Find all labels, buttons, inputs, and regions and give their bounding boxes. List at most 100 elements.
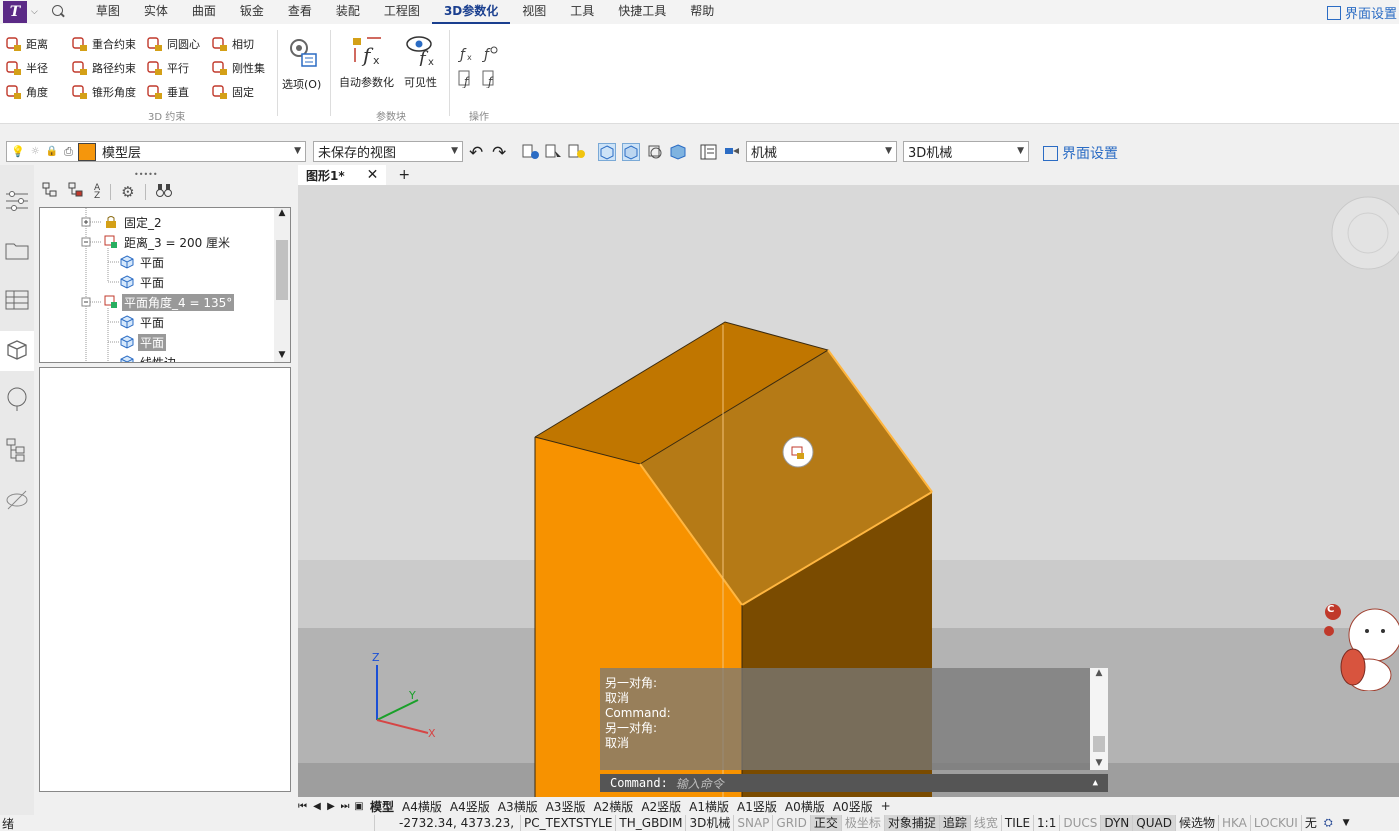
tree-row[interactable]: 平面 (120, 312, 166, 332)
binoculars-icon[interactable] (155, 182, 172, 201)
tree-row[interactable]: 线性边 (120, 352, 178, 362)
menu-item-4[interactable]: 查看 (276, 0, 324, 24)
menu-item-0[interactable]: 草图 (84, 0, 132, 24)
hide-eye-icon[interactable] (4, 487, 30, 513)
layer-dropdown[interactable]: 💡 ☼ 🔒 ⎙ 模型层 ▼ (6, 141, 306, 162)
layout-tab[interactable]: A0横版 (781, 798, 829, 815)
first-layout-icon[interactable]: ⏮ (298, 801, 310, 812)
scroll-up-icon[interactable]: ▲ (1090, 668, 1108, 678)
menu-item-7[interactable]: 3D参数化 (431, 0, 511, 24)
status-toggle-14[interactable]: QUAD (1132, 815, 1175, 831)
status-toggle-0[interactable]: PC_TEXTSTYLE (520, 815, 615, 831)
add-tab-button[interactable]: + (398, 167, 410, 183)
command-scrollbar[interactable]: ▲ ▼ (1090, 668, 1108, 770)
tree-row[interactable]: 平面 (120, 332, 167, 352)
model-tree-tab-icon[interactable] (0, 331, 34, 371)
model-tree[interactable]: ▲ ▼ 固定_2 距离_3 = 200 厘米 平面 平面 平面角度_4 = 135° 平面… (39, 207, 291, 363)
chevron-down-icon[interactable]: ⌵ (31, 7, 38, 17)
menu-item-1[interactable]: 实体 (132, 0, 180, 24)
layout-tab[interactable]: A0竖版 (829, 798, 877, 815)
status-toggle-8[interactable]: 追踪 (938, 815, 970, 831)
scroll-thumb[interactable] (276, 240, 288, 300)
layout-menu-icon[interactable]: ▣ (352, 801, 366, 812)
layout-tab[interactable]: A1横版 (685, 798, 733, 815)
tree-row[interactable]: 固定_2 (104, 212, 164, 232)
menu-item-8[interactable]: 视图 (510, 0, 558, 24)
menu-item-9[interactable]: 工具 (558, 0, 606, 24)
status-toggle-16[interactable]: HKA (1217, 815, 1250, 831)
layout-tab[interactable]: A3竖版 (542, 798, 590, 815)
undo-icon[interactable]: ↶ (469, 143, 487, 163)
constraint-button-11[interactable]: 固定 (212, 82, 254, 102)
status-toggle-15[interactable]: 候选物 (1174, 815, 1218, 831)
visibility-button[interactable]: fx 可见性 (404, 34, 437, 90)
tree-scrollbar[interactable]: ▲ ▼ (274, 208, 290, 362)
app-logo[interactable]: T (3, 1, 27, 23)
menu-item-3[interactable]: 钣金 (228, 0, 276, 24)
scroll-down-icon[interactable]: ▼ (1090, 758, 1108, 768)
status-toggle-1[interactable]: TH_GBDIM (615, 815, 685, 831)
redo-icon[interactable]: ↷ (492, 143, 510, 163)
wireframe-cube-icon[interactable] (598, 143, 616, 161)
layout-tab[interactable]: 模型 (366, 798, 398, 815)
constraint-button-2[interactable]: 同圆心 (147, 34, 200, 54)
status-toggle-18[interactable]: 无 (1300, 815, 1320, 831)
scroll-down-icon[interactable]: ▼ (274, 350, 290, 360)
status-toggle-11[interactable]: 1:1 (1033, 815, 1059, 831)
auto-param-button[interactable]: fx 自动参数化 (339, 34, 394, 90)
folder-icon[interactable] (4, 237, 30, 263)
constraint-button-6[interactable]: 平行 (147, 58, 189, 78)
menu-item-5[interactable]: 装配 (324, 0, 372, 24)
status-toggle-13[interactable]: DYN (1100, 815, 1133, 831)
menu-item-6[interactable]: 工程图 (372, 0, 432, 24)
status-toggle-2[interactable]: 3D机械 (685, 815, 733, 831)
scroll-thumb[interactable] (1093, 736, 1105, 752)
constraint-button-3[interactable]: 相切 (212, 34, 254, 54)
search-icon[interactable] (50, 4, 66, 20)
assistant-icon[interactable]: ⛭ (1324, 816, 1333, 830)
status-toggle-17[interactable]: LOCKUI (1249, 815, 1301, 831)
menu-item-11[interactable]: 帮助 (678, 0, 726, 24)
layout-tab[interactable]: A1竖版 (733, 798, 781, 815)
constraint-button-9[interactable]: 锥形角度 (72, 82, 136, 102)
table-icon[interactable] (4, 287, 30, 313)
status-toggle-7[interactable]: 对象捕捉 (883, 815, 939, 831)
add-layout-button[interactable]: + (877, 799, 895, 813)
view-light-icon[interactable] (568, 143, 586, 161)
ui-settings-button[interactable]: 界面设置 (1043, 143, 1118, 163)
constraint-button-7[interactable]: 刚性集 (212, 58, 265, 78)
options-button[interactable]: 选项(O) (282, 36, 321, 92)
tree-row[interactable]: 平面 (120, 252, 166, 272)
menu-item-10[interactable]: 快捷工具 (606, 0, 678, 24)
view-dropdown[interactable]: 未保存的视图 ▼ (313, 141, 463, 162)
status-toggle-10[interactable]: TILE (1000, 815, 1033, 831)
status-toggle-12[interactable]: DUCS (1059, 815, 1100, 831)
tree-row[interactable]: 平面 (120, 272, 166, 292)
gear-icon[interactable]: ⚙ (121, 183, 134, 201)
tree-row[interactable]: 平面角度_4 = 135° (104, 292, 235, 312)
constraint-marker-icon[interactable] (782, 436, 814, 468)
last-layout-icon[interactable]: ⏭ (338, 801, 352, 812)
close-icon[interactable]: ✕ (367, 167, 379, 183)
properties-panel-icon[interactable] (700, 143, 718, 161)
view-select-icon[interactable] (545, 143, 563, 161)
match-prop-icon[interactable] (723, 143, 741, 161)
navigation-wheel[interactable] (1331, 196, 1399, 270)
doc-tab-active[interactable]: 图形1* ✕ (298, 165, 387, 185)
layout-tab[interactable]: A4竖版 (446, 798, 494, 815)
status-toggle-6[interactable]: 极坐标 (840, 815, 884, 831)
render-cube-icon[interactable] (669, 143, 687, 161)
workspace-dropdown[interactable]: 3D机械 ▼ (903, 141, 1029, 162)
style-dropdown[interactable]: 机械 ▼ (746, 141, 897, 162)
layout-tab[interactable]: A3横版 (494, 798, 542, 815)
tree-collapse-icon[interactable] (68, 182, 84, 201)
status-toggle-5[interactable]: 正交 (809, 815, 841, 831)
panel-grip[interactable]: ••••• (134, 170, 158, 179)
tree-row[interactable]: 距离_3 = 200 厘米 (104, 232, 232, 252)
sort-az-icon[interactable]: AZ (94, 183, 100, 200)
op-fx-table-icon[interactable]: ƒ (482, 70, 500, 91)
hidden-line-icon[interactable] (646, 143, 664, 161)
scroll-up-icon[interactable]: ▲ (274, 208, 290, 218)
layout-tab[interactable]: A2横版 (589, 798, 637, 815)
balloon-icon[interactable] (4, 387, 30, 413)
